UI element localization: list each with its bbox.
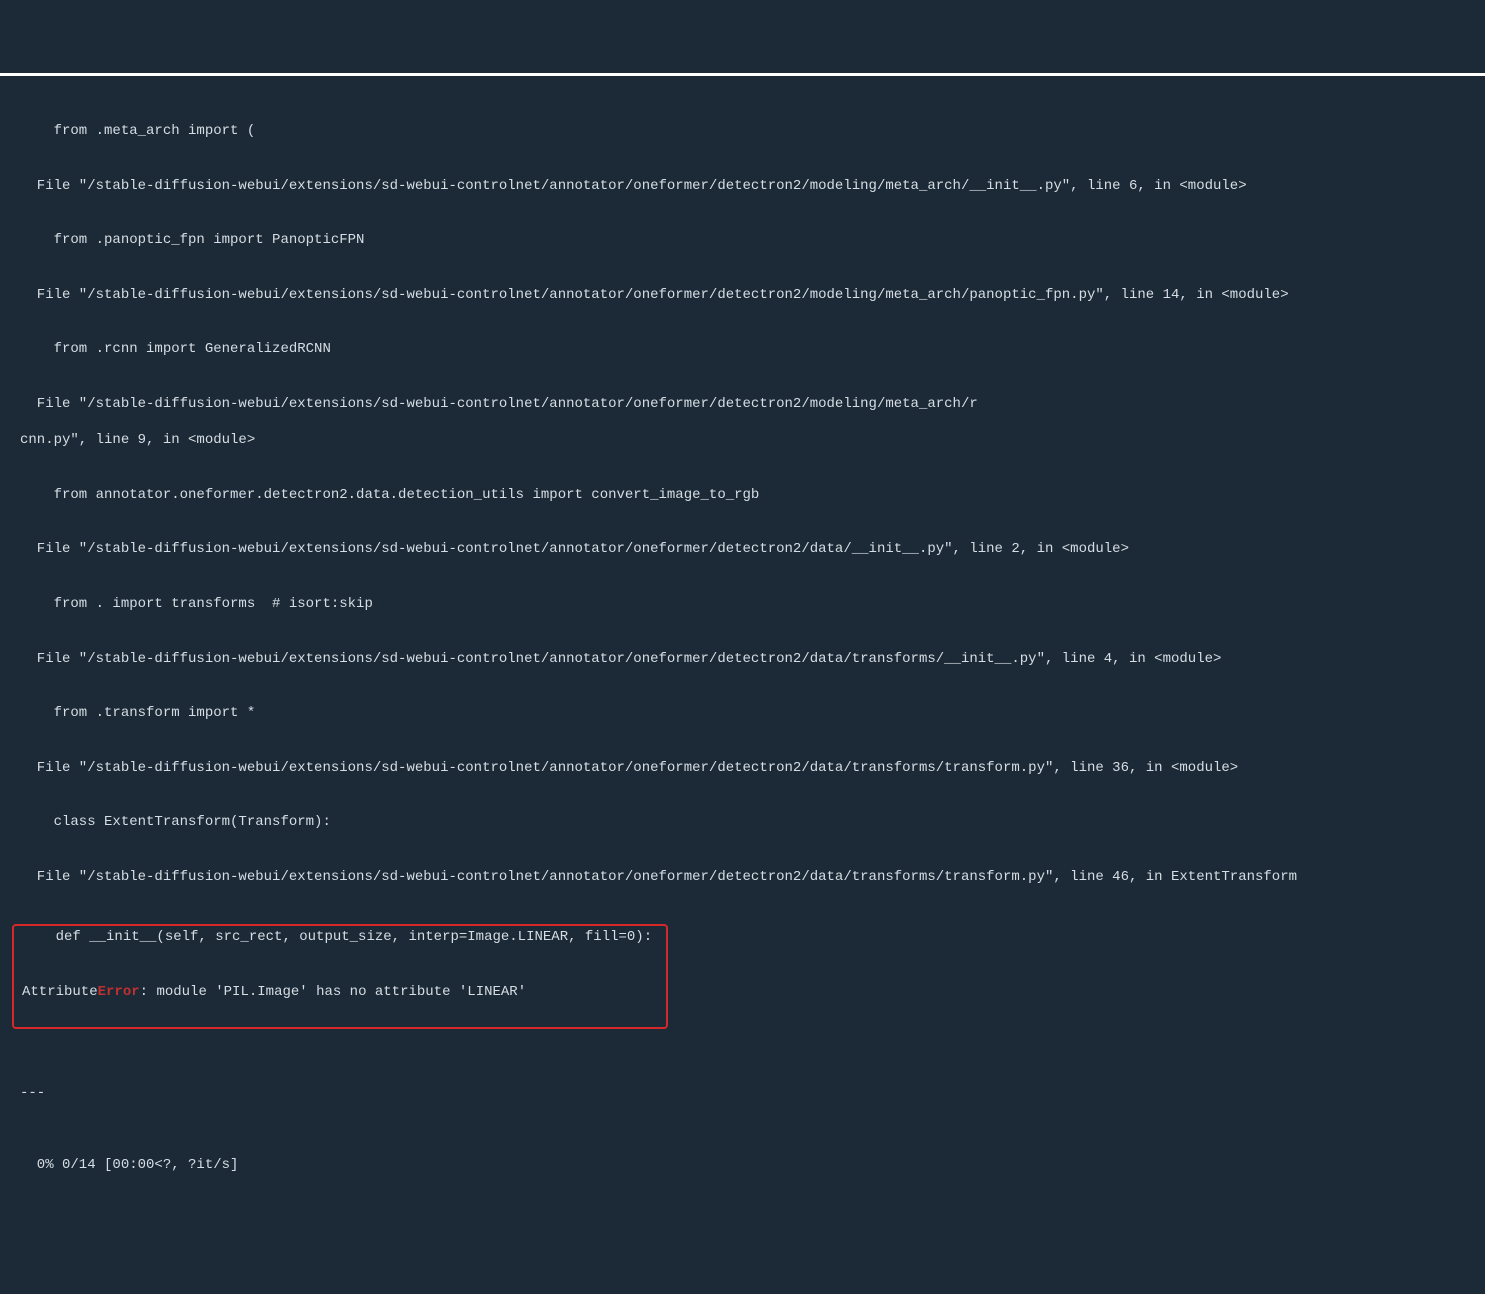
traceback-import-line: from . import transforms # isort:skip — [20, 595, 1485, 613]
error-prefix: Attribute — [22, 984, 98, 1000]
progress-bar-line: 0% 0/14 [00:00<?, ?it/s] — [20, 1156, 1485, 1174]
traceback-file-line: File "/stable-diffusion-webui/extensions… — [20, 759, 1485, 777]
error-keyword: Error — [98, 984, 140, 1000]
error-highlight-box: def __init__(self, src_rect, output_size… — [12, 924, 668, 1029]
error-line: AttributeError: module 'PIL.Image' has n… — [22, 983, 652, 1001]
traceback-file-line: File "/stable-diffusion-webui/extensions… — [20, 286, 1485, 304]
separator-line: --- — [20, 1084, 1485, 1102]
traceback-import-line: from .rcnn import GeneralizedRCNN — [20, 340, 1485, 358]
traceback-import-line: from .meta_arch import ( — [20, 122, 1485, 140]
traceback-file-line-wrapped-cont: cnn.py", line 9, in <module> — [20, 431, 1485, 449]
traceback-class-line: class ExtentTransform(Transform): — [20, 813, 1485, 831]
traceback-file-line: File "/stable-diffusion-webui/extensions… — [20, 650, 1485, 668]
traceback-file-line-wrapped: File "/stable-diffusion-webui/extensions… — [20, 395, 1485, 413]
traceback-import-line: from .panoptic_fpn import PanopticFPN — [20, 231, 1485, 249]
traceback-file-line: File "/stable-diffusion-webui/extensions… — [20, 540, 1485, 558]
window-border-top — [0, 73, 1485, 76]
traceback-file-line: File "/stable-diffusion-webui/extensions… — [20, 868, 1485, 886]
traceback-file-line: File "/stable-diffusion-webui/extensions… — [20, 177, 1485, 195]
traceback-import-line: from annotator.oneformer.detectron2.data… — [20, 486, 1485, 504]
terminal-output: from .meta_arch import ( File "/stable-d… — [0, 94, 1485, 1203]
traceback-def-line: def __init__(self, src_rect, output_size… — [22, 928, 652, 946]
error-message: : module 'PIL.Image' has no attribute 'L… — [140, 984, 526, 1000]
